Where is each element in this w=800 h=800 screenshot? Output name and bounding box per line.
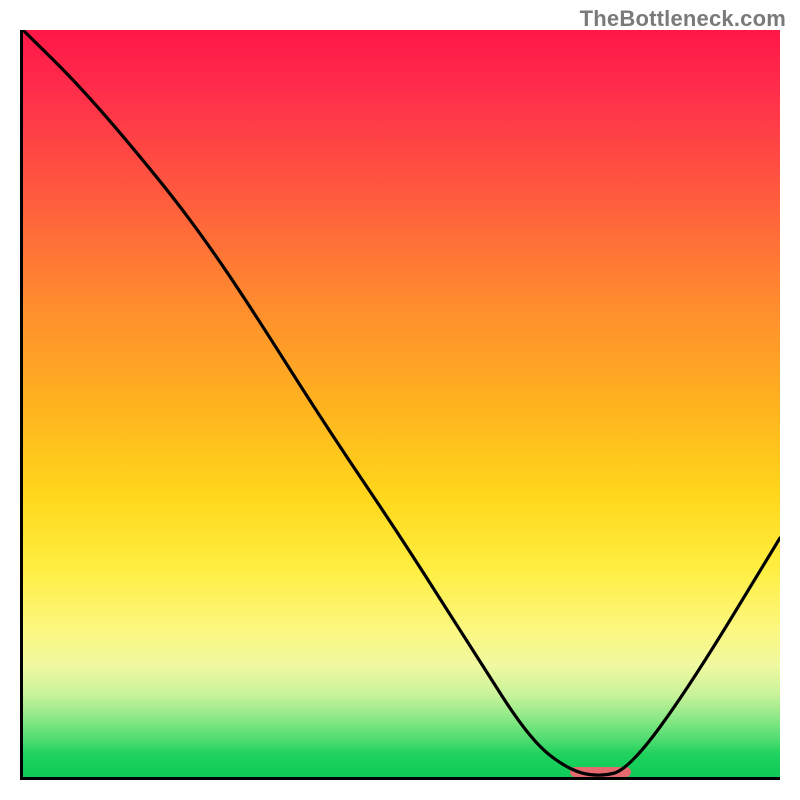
bottleneck-curve-path xyxy=(23,30,780,775)
watermark-text: TheBottleneck.com xyxy=(580,6,786,32)
bottleneck-curve-svg xyxy=(23,30,780,777)
bottleneck-chart: TheBottleneck.com xyxy=(0,0,800,800)
plot-area xyxy=(20,30,780,780)
